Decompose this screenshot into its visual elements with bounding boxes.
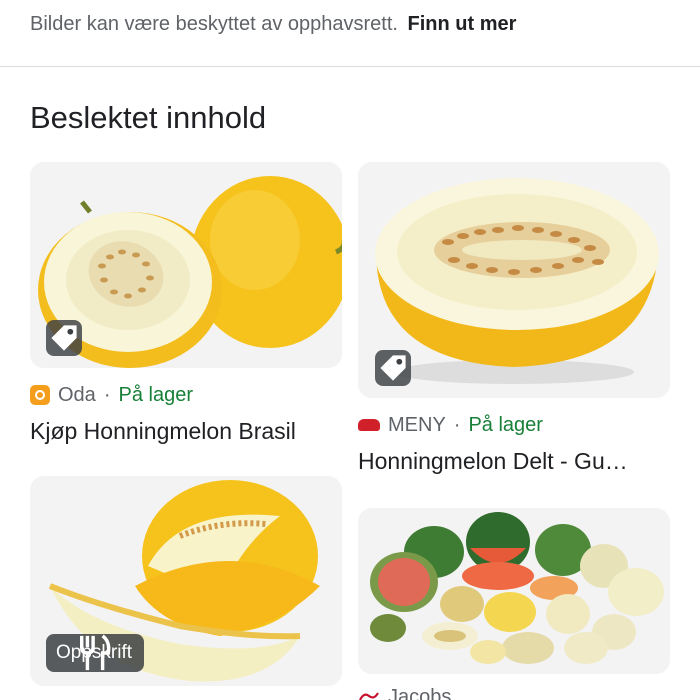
result-source-2[interactable]: MENY · På lager <box>358 412 543 438</box>
product-tag-badge <box>46 320 82 356</box>
section-title: Beslektet innhold <box>30 100 267 135</box>
availability-label: På lager <box>118 383 193 406</box>
availability-label: På lager <box>468 413 543 436</box>
meny-logo-icon <box>358 419 380 431</box>
assorted-melons-image <box>358 508 670 674</box>
jacobs-logo-icon <box>359 692 379 700</box>
learn-more-link[interactable]: Finn ut mer <box>408 13 517 35</box>
copyright-notice: Bilder kan være beskyttet av opphavsrett… <box>30 10 516 38</box>
source-name: Oda <box>58 383 96 406</box>
result-image-3[interactable]: Oppskrift <box>30 476 342 686</box>
separator: · <box>453 413 461 436</box>
result-source-1[interactable]: Oda · På lager <box>30 382 193 408</box>
fork-knife-icon <box>80 634 111 671</box>
source-name: Jacobs <box>388 685 452 700</box>
result-image-4[interactable] <box>358 508 670 674</box>
product-tag-badge <box>375 350 411 386</box>
recipe-badge: Oppskrift <box>46 634 145 672</box>
result-title-2[interactable]: Honningmelon Delt - Gu… <box>358 446 628 476</box>
separator: · <box>103 383 111 406</box>
result-image-2[interactable] <box>358 162 670 398</box>
oda-logo-icon <box>30 385 50 405</box>
divider <box>0 66 700 67</box>
source-name: MENY <box>388 413 446 436</box>
result-image-1[interactable] <box>30 162 342 368</box>
result-source-4[interactable]: Jacobs <box>358 684 451 700</box>
copyright-text: Bilder kan være beskyttet av opphavsrett… <box>30 13 398 35</box>
tag-icon <box>51 325 77 351</box>
tag-icon <box>380 355 406 381</box>
result-title-1[interactable]: Kjøp Honningmelon Brasil <box>30 416 296 446</box>
